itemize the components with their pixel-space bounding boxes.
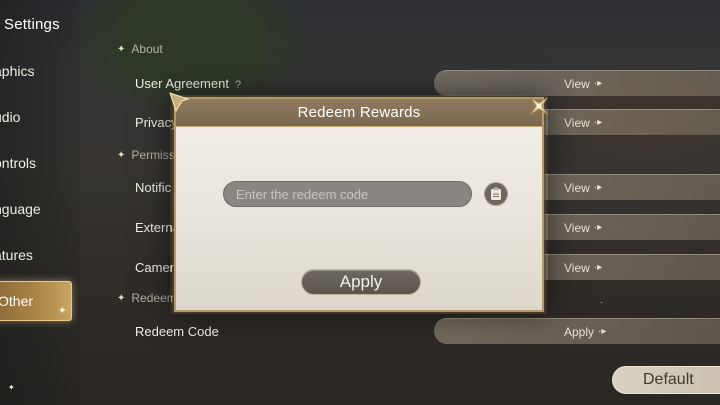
- sidebar-item-label: nguage: [0, 201, 41, 217]
- arrow-right-icon: ·▸: [593, 182, 603, 193]
- close-x-icon: [530, 97, 548, 115]
- sidebar-item-language[interactable]: nguage: [0, 189, 72, 229]
- apply-button-redeem-code[interactable]: Apply ·▸: [434, 318, 720, 344]
- sidebar-item-controls[interactable]: ontrols: [0, 143, 72, 183]
- sidebar-item-other[interactable]: Other ✦: [0, 281, 72, 321]
- arrow-right-icon: ·▸: [598, 326, 607, 337]
- sidebar-item-graphics[interactable]: aphics: [0, 51, 72, 91]
- row-label-notifications: Notific: [135, 180, 172, 195]
- dialog-header: Redeem Rewards: [176, 99, 542, 127]
- star-icon: ✦: [117, 292, 126, 304]
- redeem-code-input[interactable]: [223, 181, 472, 207]
- sidebar-item-label: aphics: [0, 63, 35, 79]
- sidebar-item-audio[interactable]: udio: [0, 97, 72, 137]
- clipboard-icon: [491, 187, 501, 200]
- star-icon: ✦: [117, 43, 126, 55]
- sparkle-icon: ✦: [57, 305, 67, 317]
- row-label-redeem-code: Redeem Code: [135, 324, 219, 339]
- sparkle-icon: ·: [600, 298, 603, 307]
- arrow-right-icon: ·▸: [593, 117, 603, 128]
- section-header-about: ✦ About: [117, 42, 163, 56]
- sidebar-item-label: Other: [0, 293, 34, 309]
- sidebar-item-label: ontrols: [0, 155, 37, 171]
- arrow-right-icon: ·▸: [593, 78, 603, 89]
- star-icon: ✦: [117, 149, 126, 161]
- corner-ornament-icon: [169, 92, 190, 113]
- sidebar-item-features[interactable]: atures: [0, 235, 72, 275]
- view-button-user-agreement[interactable]: View ·▸: [434, 70, 720, 96]
- dialog-title: Redeem Rewards: [297, 104, 421, 121]
- paste-button[interactable]: [484, 182, 508, 206]
- settings-title: Settings: [4, 16, 60, 33]
- default-button[interactable]: Default: [612, 366, 720, 394]
- row-label-user-agreement: User Agreement?: [135, 76, 242, 91]
- sidebar-item-label: udio: [0, 109, 21, 125]
- arrow-right-icon: ·▸: [593, 262, 603, 273]
- close-button[interactable]: [526, 93, 552, 119]
- sparkle-icon: ✦: [8, 383, 15, 392]
- apply-button[interactable]: Apply: [301, 269, 421, 295]
- help-icon[interactable]: ?: [235, 79, 241, 91]
- section-header-permissions: ✦ Permiss: [117, 148, 175, 162]
- redeem-rewards-dialog: Redeem Rewards Apply: [169, 92, 548, 314]
- arrow-right-icon: ·▸: [593, 222, 603, 233]
- sidebar-item-label: atures: [0, 247, 33, 263]
